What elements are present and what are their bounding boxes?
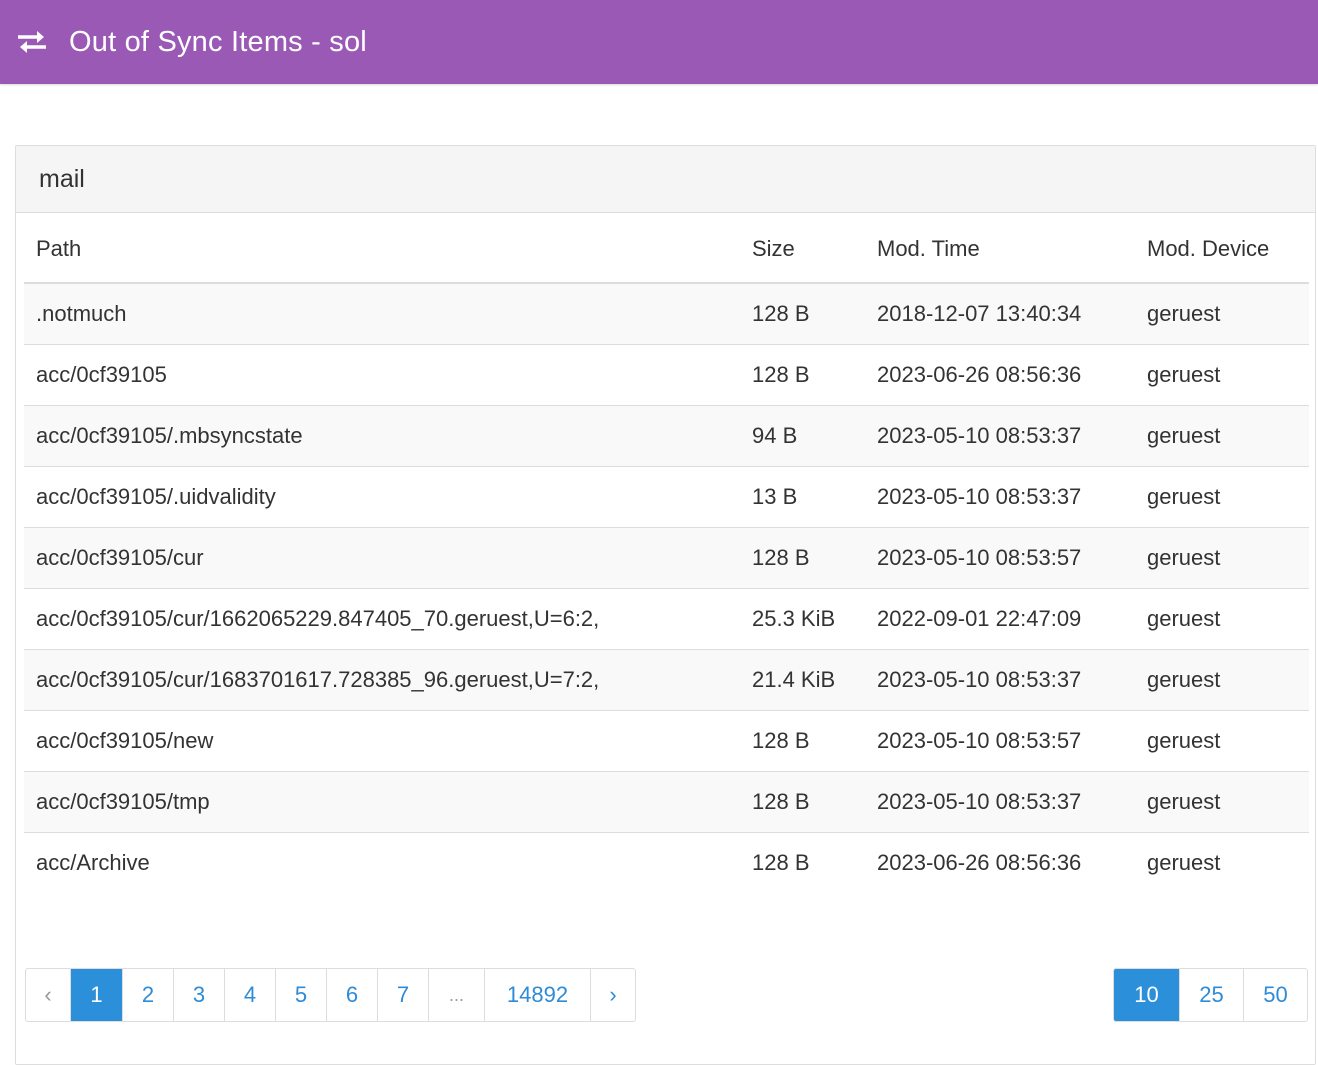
table-row: acc/0cf39105/.mbsyncstate 94 B 2023-05-1… <box>24 405 1309 467</box>
cell-size: 128 B <box>740 283 865 345</box>
out-of-sync-table: Path Size Mod. Time Mod. Device .notmuch… <box>24 216 1309 893</box>
pagination-next-button[interactable]: › <box>590 969 635 1021</box>
cell-mod-device: geruest <box>1135 283 1309 345</box>
cell-mod-time: 2023-05-10 08:53:57 <box>865 710 1135 772</box>
cell-path: .notmuch <box>24 283 740 345</box>
pagination-page-6[interactable]: 6 <box>326 969 377 1021</box>
cell-size: 21.4 KiB <box>740 649 865 711</box>
table-row: acc/0cf39105/.uidvalidity 13 B 2023-05-1… <box>24 466 1309 528</box>
cell-mod-device: geruest <box>1135 405 1309 467</box>
pagination-prev-button[interactable]: ‹ <box>26 969 70 1021</box>
page-size-option-25[interactable]: 25 <box>1179 969 1243 1021</box>
table-row: acc/0cf39105 128 B 2023-06-26 08:56:36 g… <box>24 344 1309 406</box>
page-size-option-10[interactable]: 10 <box>1114 969 1179 1021</box>
cell-path: acc/0cf39105/cur <box>24 527 740 589</box>
cell-path: acc/0cf39105/cur/1683701617.728385_96.ge… <box>24 649 740 711</box>
column-header-size[interactable]: Size <box>740 216 865 284</box>
cell-mod-time: 2018-12-07 13:40:34 <box>865 283 1135 345</box>
cell-path: acc/0cf39105/new <box>24 710 740 772</box>
cell-mod-time: 2023-06-26 08:56:36 <box>865 832 1135 893</box>
cell-mod-time: 2023-06-26 08:56:36 <box>865 344 1135 406</box>
modal-title: Out of Sync Items - sol <box>69 25 367 58</box>
table-header-row: Path Size Mod. Time Mod. Device <box>24 216 1309 284</box>
table-row: acc/0cf39105/tmp 128 B 2023-05-10 08:53:… <box>24 771 1309 833</box>
column-header-mod-time[interactable]: Mod. Time <box>865 216 1135 284</box>
cell-mod-device: geruest <box>1135 588 1309 650</box>
cell-path: acc/0cf39105 <box>24 344 740 406</box>
table-row: .notmuch 128 B 2018-12-07 13:40:34 gerue… <box>24 283 1309 345</box>
cell-mod-time: 2023-05-10 08:53:37 <box>865 771 1135 833</box>
cell-size: 94 B <box>740 405 865 467</box>
pagination-page-7[interactable]: 7 <box>377 969 428 1021</box>
page-size-option-50[interactable]: 50 <box>1243 969 1307 1021</box>
pagination-page-5[interactable]: 5 <box>275 969 326 1021</box>
table-row: acc/0cf39105/cur/1662065229.847405_70.ge… <box>24 588 1309 650</box>
cell-size: 128 B <box>740 710 865 772</box>
column-header-mod-device[interactable]: Mod. Device <box>1135 216 1309 284</box>
cell-mod-time: 2022-09-01 22:47:09 <box>865 588 1135 650</box>
cell-mod-device: geruest <box>1135 832 1309 893</box>
pagination-ellipsis: ... <box>428 969 484 1021</box>
cell-mod-device: geruest <box>1135 649 1309 711</box>
cell-mod-time: 2023-05-10 08:53:37 <box>865 649 1135 711</box>
cell-mod-device: geruest <box>1135 466 1309 528</box>
pagination-page-2[interactable]: 2 <box>122 969 173 1021</box>
cell-size: 128 B <box>740 527 865 589</box>
cell-size: 128 B <box>740 832 865 893</box>
folder-panel-heading: mail <box>16 146 1315 213</box>
page-size-selector: 10 25 50 <box>1113 968 1308 1022</box>
cell-path: acc/0cf39105/tmp <box>24 771 740 833</box>
cell-path: acc/0cf39105/.mbsyncstate <box>24 405 740 467</box>
exchange-icon <box>15 25 49 59</box>
pagination: ‹ 1 2 3 4 5 6 7 ... 14892 › <box>25 968 636 1022</box>
cell-mod-device: geruest <box>1135 344 1309 406</box>
cell-mod-device: geruest <box>1135 710 1309 772</box>
cell-size: 128 B <box>740 771 865 833</box>
cell-size: 13 B <box>740 466 865 528</box>
table-row: acc/0cf39105/new 128 B 2023-05-10 08:53:… <box>24 710 1309 772</box>
table-row: acc/0cf39105/cur/1683701617.728385_96.ge… <box>24 649 1309 711</box>
column-header-path[interactable]: Path <box>24 216 740 284</box>
cell-mod-device: geruest <box>1135 527 1309 589</box>
table-row: acc/0cf39105/cur 128 B 2023-05-10 08:53:… <box>24 527 1309 589</box>
cell-size: 128 B <box>740 344 865 406</box>
table-row: acc/Archive 128 B 2023-06-26 08:56:36 ge… <box>24 832 1309 893</box>
modal-header: Out of Sync Items - sol <box>0 0 1318 84</box>
pagination-page-3[interactable]: 3 <box>173 969 224 1021</box>
pagination-page-4[interactable]: 4 <box>224 969 275 1021</box>
cell-mod-time: 2023-05-10 08:53:37 <box>865 466 1135 528</box>
cell-path: acc/0cf39105/.uidvalidity <box>24 466 740 528</box>
cell-path: acc/Archive <box>24 832 740 893</box>
folder-panel: mail Path Size Mod. Time Mod. Device .no… <box>15 145 1316 1065</box>
cell-mod-time: 2023-05-10 08:53:57 <box>865 527 1135 589</box>
pagination-page-last[interactable]: 14892 <box>484 969 590 1021</box>
cell-mod-device: geruest <box>1135 771 1309 833</box>
cell-size: 25.3 KiB <box>740 588 865 650</box>
cell-path: acc/0cf39105/cur/1662065229.847405_70.ge… <box>24 588 740 650</box>
cell-mod-time: 2023-05-10 08:53:37 <box>865 405 1135 467</box>
pagination-page-1[interactable]: 1 <box>70 969 122 1021</box>
